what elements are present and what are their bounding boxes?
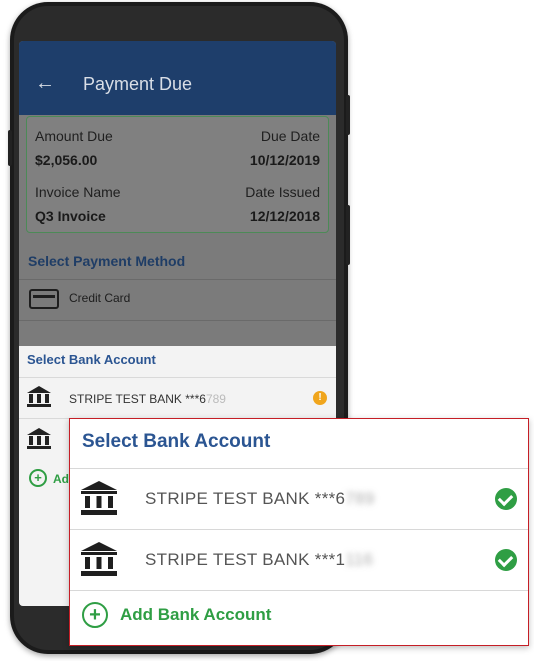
power-button (346, 205, 350, 265)
invoice-name-label: Invoice Name (35, 184, 121, 200)
volume-button (346, 95, 350, 135)
payment-method-credit-card[interactable]: Credit Card (19, 279, 336, 320)
date-issued-label: Date Issued (245, 184, 320, 200)
divider (70, 590, 528, 591)
zoomed-bank-account-panel: Select Bank Account STRIPE TEST BANK ***… (69, 418, 529, 646)
amount-due-label: Amount Due (35, 128, 113, 144)
plus-circle-icon[interactable]: + (82, 602, 108, 628)
amount-due-value: $2,056.00 (35, 152, 98, 168)
bank-account-row[interactable]: STRIPE TEST BANK ***6789 (70, 469, 528, 529)
arrow-left-icon[interactable]: ← (35, 73, 55, 93)
side-button-left (8, 130, 12, 166)
bank-account-name: STRIPE TEST BANK ***6789 (145, 489, 375, 508)
bank-account-name: STRIPE TEST BANK ***1116 (145, 550, 374, 569)
bank-account-name: STRIPE TEST BANK ***6789 (69, 392, 226, 406)
warning-icon: ! (313, 391, 327, 405)
add-bank-account-button[interactable]: Add Bank Account (120, 605, 271, 625)
plus-circle-icon[interactable]: + (29, 469, 47, 487)
payment-method-heading: Select Payment Method (28, 253, 186, 269)
invoice-summary-card: Amount Due Due Date $2,056.00 10/12/2019… (26, 116, 329, 233)
app-bar: ← Payment Due (19, 41, 336, 115)
bank-sheet-title: Select Bank Account (27, 352, 156, 367)
page-title: Payment Due (83, 74, 193, 94)
divider (19, 320, 336, 321)
bank-icon (81, 481, 117, 515)
bank-account-row[interactable]: STRIPE TEST BANK ***1116 (70, 530, 528, 590)
bank-icon (27, 386, 51, 408)
payment-method-label: Credit Card (69, 291, 131, 305)
invoice-name-value: Q3 Invoice (35, 208, 106, 224)
zoom-panel-title: Select Bank Account (82, 431, 271, 452)
bank-account-row[interactable]: STRIPE TEST BANK ***6789 ! (19, 378, 336, 418)
bank-icon (27, 428, 51, 450)
due-date-value: 10/12/2019 (249, 152, 320, 168)
check-circle-icon (495, 549, 517, 571)
date-issued-value: 12/12/2018 (249, 208, 320, 224)
credit-card-icon (29, 289, 59, 309)
due-date-label: Due Date (260, 128, 320, 144)
bank-icon (81, 542, 117, 576)
check-circle-icon (495, 488, 517, 510)
